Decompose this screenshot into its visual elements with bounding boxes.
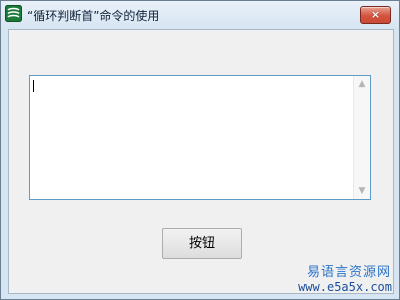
watermark-text: 易语言资源网 bbox=[306, 265, 391, 280]
client-area: ▲ ▼ 按钮 bbox=[8, 29, 394, 294]
chevron-down-icon[interactable]: ▼ bbox=[357, 186, 367, 196]
chevron-up-icon[interactable]: ▲ bbox=[357, 79, 367, 89]
app-icon bbox=[5, 5, 22, 22]
watermark-url: www.e5a5x.com bbox=[298, 280, 392, 294]
action-button[interactable]: 按钮 bbox=[162, 228, 242, 259]
vertical-scrollbar[interactable]: ▲ ▼ bbox=[353, 76, 370, 199]
window-title: “循环判断首”命令的使用 bbox=[27, 9, 160, 23]
title-bar[interactable]: “循环判断首”命令的使用 × bbox=[1, 1, 399, 29]
app-window: “循环判断首”命令的使用 × ▲ ▼ 按钮 易语言资源网 www.e5a5x.c… bbox=[0, 0, 400, 300]
text-cursor bbox=[33, 80, 34, 92]
close-icon: × bbox=[370, 8, 381, 21]
close-button[interactable]: × bbox=[360, 6, 391, 24]
multiline-edit-box[interactable]: ▲ ▼ bbox=[29, 75, 371, 200]
